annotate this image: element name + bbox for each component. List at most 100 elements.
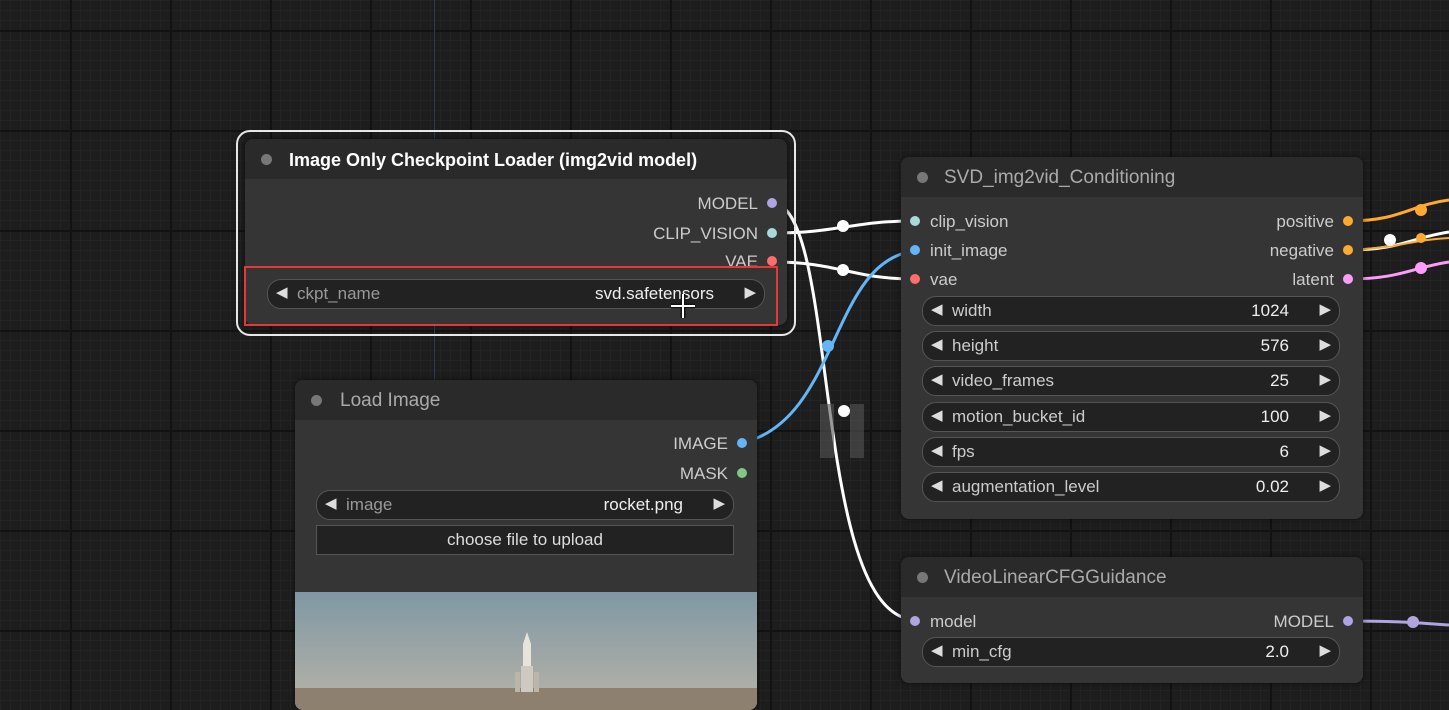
motion-bucket-id-number-widget[interactable]: ◀ motion_bucket_id 100 ▶ [922, 402, 1340, 432]
link-midpoint[interactable] [1407, 616, 1419, 628]
output-label-clip-vision: CLIP_VISION [653, 224, 758, 243]
widget-value: 25 [1270, 371, 1289, 390]
link-midpoint[interactable] [1415, 262, 1427, 274]
input-socket-clip-vision[interactable] [910, 216, 920, 226]
input-label-vae: vae [930, 270, 958, 289]
collapse-dot-icon[interactable] [311, 395, 322, 406]
arrow-right-icon[interactable]: ▶ [1319, 641, 1331, 659]
output-label-mask: MASK [679, 464, 728, 483]
node-title: VideoLinearCFGGuidance [944, 567, 1167, 588]
arrow-left-icon[interactable]: ◀ [931, 641, 943, 659]
link-model-out[interactable] [1347, 619, 1449, 627]
image-combo[interactable]: ◀ image rocket.png ▶ [316, 490, 734, 520]
node-svd-conditioning[interactable]: SVD_img2vid_Conditioning clip_vision ini… [901, 157, 1363, 519]
arrow-right-icon[interactable]: ▶ [713, 494, 725, 512]
link-midpoint[interactable] [838, 405, 850, 417]
output-socket-latent[interactable] [1343, 274, 1353, 284]
widget-label: min_cfg [952, 642, 1012, 661]
widget-label: image [346, 495, 393, 514]
output-label-negative: negative [1269, 241, 1334, 260]
link-midpoint[interactable] [822, 340, 834, 352]
link-latent[interactable] [1347, 260, 1449, 281]
collapse-dot-icon[interactable] [917, 572, 928, 583]
node-title: Load Image [340, 390, 441, 411]
output-label-latent: latent [1292, 270, 1334, 289]
image-preview [295, 592, 757, 710]
widget-value: 1024 [1251, 301, 1289, 320]
input-label-clip-vision: clip_vision [930, 212, 1009, 231]
output-socket-model[interactable] [1343, 616, 1353, 626]
arrow-right-icon[interactable]: ▶ [1319, 335, 1331, 353]
widget-label: width [952, 301, 992, 320]
link-midpoint[interactable] [1384, 234, 1396, 246]
node-title-bar[interactable]: SVD_img2vid_Conditioning [901, 157, 1363, 197]
arrow-right-icon[interactable]: ▶ [1319, 370, 1331, 388]
augmentation-level-number-widget[interactable]: ◀ augmentation_level 0.02 ▶ [922, 472, 1340, 502]
output-socket-mask[interactable] [737, 468, 747, 478]
node-load-image[interactable]: Load Image IMAGE MASK ◀ image rocket.png… [295, 380, 757, 710]
widget-value: 100 [1260, 407, 1289, 426]
output-socket-model[interactable] [767, 198, 777, 208]
width-number-widget[interactable]: ◀ width 1024 ▶ [922, 296, 1340, 326]
output-socket-clip-vision[interactable] [767, 228, 777, 238]
link-midpoint[interactable] [837, 220, 849, 232]
output-socket-vae[interactable] [767, 256, 777, 266]
arrow-left-icon[interactable]: ◀ [931, 406, 943, 424]
collapse-dot-icon[interactable] [261, 154, 272, 165]
output-label-positive: positive [1276, 212, 1334, 231]
arrow-left-icon[interactable]: ◀ [931, 370, 943, 388]
pause-icon [850, 404, 864, 458]
widget-value: rocket.png [603, 495, 683, 514]
link-midpoint[interactable] [837, 264, 849, 276]
input-label-model: model [930, 612, 977, 631]
widget-value: 576 [1260, 336, 1289, 355]
video-frames-number-widget[interactable]: ◀ video_frames 25 ▶ [922, 366, 1340, 396]
node-title-bar[interactable]: Load Image [295, 380, 757, 420]
node-video-cfg-guidance[interactable]: VideoLinearCFGGuidance model MODEL ◀ min… [901, 557, 1363, 683]
link-midpoint[interactable] [1415, 204, 1427, 216]
upload-button[interactable]: choose file to upload [316, 525, 734, 555]
link-positive[interactable] [1347, 198, 1449, 223]
link-negative[interactable] [1347, 230, 1449, 252]
node-title-bar[interactable]: VideoLinearCFGGuidance [901, 557, 1363, 597]
input-label-init-image: init_image [930, 241, 1008, 260]
widget-label: augmentation_level [952, 477, 1100, 496]
widget-label: video_frames [952, 371, 1055, 390]
input-socket-init-image[interactable] [910, 245, 920, 255]
link-negative-2[interactable] [1347, 237, 1449, 251]
output-label-model: MODEL [697, 194, 758, 213]
input-socket-vae[interactable] [910, 274, 920, 284]
arrow-right-icon[interactable]: ▶ [1319, 300, 1331, 318]
min-cfg-number-widget[interactable]: ◀ min_cfg 2.0 ▶ [922, 637, 1340, 667]
highlight-box [244, 266, 778, 326]
arrow-left-icon[interactable]: ◀ [931, 300, 943, 318]
link-midpoint[interactable] [1416, 233, 1426, 243]
fps-number-widget[interactable]: ◀ fps 6 ▶ [922, 437, 1340, 467]
arrow-left-icon[interactable]: ◀ [931, 476, 943, 494]
node-title: Image Only Checkpoint Loader (img2vid mo… [289, 150, 698, 170]
output-socket-negative[interactable] [1343, 245, 1353, 255]
output-socket-positive[interactable] [1343, 216, 1353, 226]
pause-icon [820, 404, 834, 458]
widget-value: 6 [1279, 442, 1289, 461]
widget-label: height [952, 336, 999, 355]
arrow-right-icon[interactable]: ▶ [1319, 441, 1331, 459]
output-label-image: IMAGE [673, 434, 728, 453]
arrow-left-icon[interactable]: ◀ [325, 494, 337, 512]
height-number-widget[interactable]: ◀ height 576 ▶ [922, 331, 1340, 361]
arrow-left-icon[interactable]: ◀ [931, 441, 943, 459]
node-title: SVD_img2vid_Conditioning [944, 167, 1176, 188]
output-label-model: MODEL [1273, 612, 1334, 631]
widget-value: 0.02 [1255, 477, 1289, 496]
widget-label: motion_bucket_id [952, 407, 1086, 426]
widget-value: 2.0 [1265, 642, 1289, 661]
input-socket-model[interactable] [910, 616, 920, 626]
collapse-dot-icon[interactable] [917, 172, 928, 183]
widget-label: fps [952, 442, 975, 461]
output-socket-image[interactable] [737, 438, 747, 448]
arrow-left-icon[interactable]: ◀ [931, 335, 943, 353]
arrow-right-icon[interactable]: ▶ [1319, 406, 1331, 424]
cursor-icon [671, 294, 695, 318]
arrow-right-icon[interactable]: ▶ [1319, 476, 1331, 494]
node-title-bar[interactable]: Image Only Checkpoint Loader (img2vid mo… [245, 139, 787, 179]
